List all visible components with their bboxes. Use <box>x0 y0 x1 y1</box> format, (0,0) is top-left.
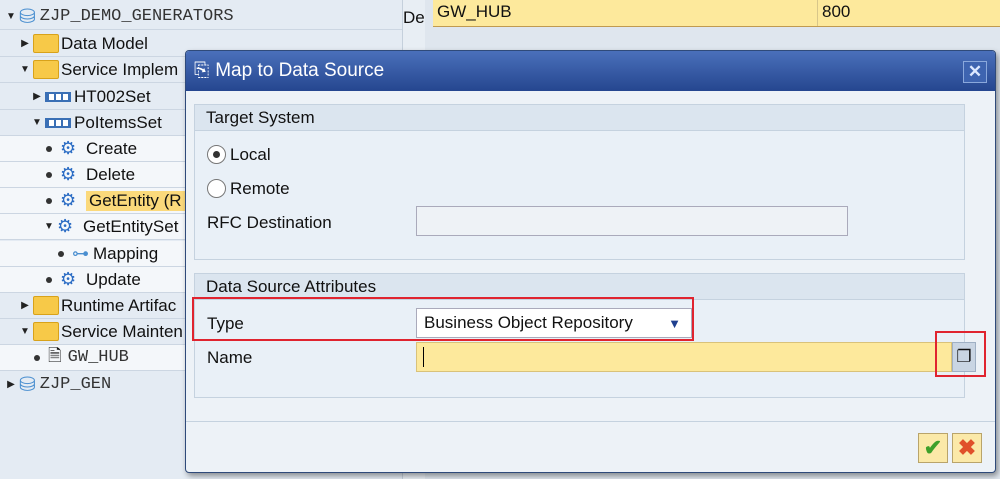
service-project-icon: ⛁ <box>19 6 36 28</box>
tree-node-project[interactable]: ▼ ⛁ ZJP_DEMO_GENERATORS <box>0 4 402 30</box>
mapping-icon: ⊶ <box>72 243 89 263</box>
folder-icon <box>33 34 59 53</box>
system-row[interactable]: GW_HUB 800 <box>433 0 1000 27</box>
project-icon: ⛁ <box>19 373 36 396</box>
local-radio[interactable] <box>207 145 226 164</box>
entity-set-icon <box>45 91 71 102</box>
entity-set-icon <box>45 117 71 128</box>
folder-open-icon <box>33 60 59 79</box>
dialog-title-bar[interactable]: ⎘ Map to Data Source <box>186 51 995 91</box>
annotation-type-highlight <box>192 297 694 341</box>
name-input[interactable] <box>416 342 952 372</box>
operation-icon: ⚙ <box>60 190 77 210</box>
remote-radio[interactable] <box>207 179 226 198</box>
operation-icon: ⚙ <box>60 164 77 184</box>
remote-label: Remote <box>230 179 290 198</box>
folder-open-icon <box>33 322 59 341</box>
confirm-button[interactable]: ✔ <box>918 433 948 463</box>
document-icon: 🗎 <box>48 346 62 365</box>
group-heading: Target System <box>195 105 964 131</box>
checkmark-icon: ✔ <box>923 435 943 460</box>
folder-icon <box>33 296 59 315</box>
close-button[interactable]: ✕ <box>963 61 987 83</box>
operation-icon: ⚙ <box>60 269 77 289</box>
annotation-value-help-highlight <box>935 331 986 377</box>
dialog-icon: ⎘ <box>194 60 210 81</box>
target-system-group: Target System Local Remote RFC Destinati… <box>194 104 965 260</box>
rfc-destination-label: RFC Destination <box>207 213 332 232</box>
cancel-button[interactable]: ✖ <box>952 433 982 463</box>
operation-icon: ⚙ <box>60 138 77 158</box>
rfc-destination-input[interactable] <box>416 206 848 236</box>
footer-divider <box>186 421 995 422</box>
map-to-data-source-dialog: ⎘ Map to Data Source ✕ Target System Loca… <box>185 50 996 473</box>
name-label: Name <box>207 348 253 367</box>
operation-icon: ⚙ <box>57 216 74 236</box>
local-label: Local <box>230 145 271 164</box>
cancel-x-icon: ✖ <box>957 435 977 460</box>
